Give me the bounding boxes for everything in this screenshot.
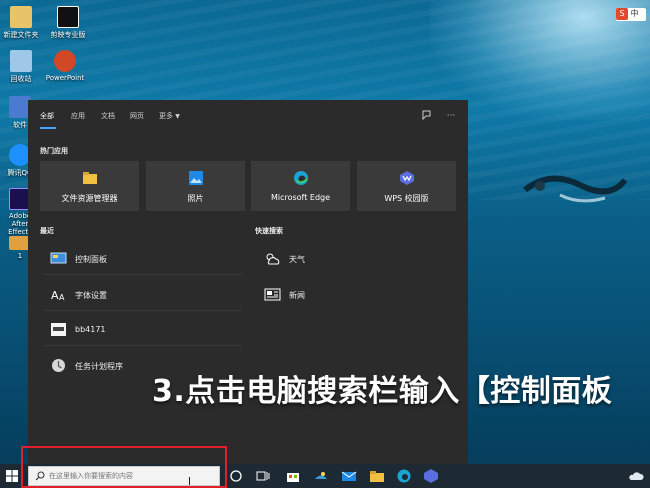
tab-web[interactable]: 网页 (130, 111, 144, 121)
recent-item-bb4171[interactable]: bb4171 (28, 315, 248, 345)
news-icon (264, 288, 281, 301)
svg-text:A: A (51, 289, 59, 302)
sogou-icon: S (616, 8, 628, 20)
app-tile-wps[interactable]: WPS 校园版 (357, 161, 456, 211)
wps-icon (400, 171, 414, 185)
desktop-icon-recycle-bin[interactable]: 回收站 (2, 50, 40, 84)
edge-icon[interactable] (396, 468, 412, 484)
control-panel-icon (50, 252, 67, 264)
app-tile-file-explorer[interactable]: 文件资源管理器 (40, 161, 139, 211)
desktop-icon-powerpoint[interactable]: PowerPoint (40, 50, 90, 82)
file-icon (51, 323, 66, 336)
cloud-icon[interactable] (628, 468, 644, 484)
recent-item-font-settings[interactable]: A A 字体设置 (28, 280, 248, 310)
search-tabs: 全部 应用 文档 网页 更多 ▼ ··· (28, 100, 468, 132)
folder-icon (83, 172, 97, 184)
tab-documents[interactable]: 文档 (101, 111, 115, 121)
powerpoint-icon (54, 50, 76, 72)
highlight-annotation (21, 446, 227, 488)
tab-more[interactable]: 更多 ▼ (159, 111, 180, 121)
weather-widget-icon[interactable] (313, 468, 329, 484)
active-tab-indicator (40, 127, 56, 129)
task-scheduler-icon (52, 359, 65, 372)
tab-apps[interactable]: 应用 (71, 111, 85, 121)
divider (44, 310, 242, 311)
desktop-icon-new-folder[interactable]: 新建文件夹 (2, 6, 40, 40)
photos-icon (189, 171, 203, 185)
svg-text:A: A (59, 293, 65, 302)
divider (44, 345, 242, 346)
quick-search-title: 快速搜索 (255, 227, 283, 235)
file-explorer-icon[interactable] (369, 468, 385, 484)
recycle-bin-icon (10, 50, 32, 72)
tutorial-caption: 3.点击电脑搜索栏输入【控制面板 (152, 374, 613, 409)
task-view-icon[interactable] (255, 468, 271, 484)
mail-icon[interactable] (341, 468, 357, 484)
edge-icon (294, 171, 308, 185)
ime-indicator[interactable]: S 中 (616, 8, 646, 21)
wps-icon[interactable] (423, 468, 439, 484)
desktop: 新建文件夹 剪映专业版 回收站 PowerPoint 软件 腾讯QQ Adobe… (0, 0, 650, 464)
app-tile-edge[interactable]: Microsoft Edge (251, 161, 350, 211)
top-apps-title: 热门应用 (40, 147, 68, 155)
store-icon[interactable] (285, 468, 301, 484)
chevron-down-icon: ▼ (175, 113, 180, 120)
diver-image (523, 175, 628, 203)
divider (44, 274, 242, 275)
weather-icon (266, 253, 280, 265)
font-icon: A A (51, 289, 65, 302)
feedback-icon[interactable] (420, 109, 434, 123)
more-options-icon[interactable]: ··· (444, 109, 458, 123)
windows-start-icon[interactable] (6, 470, 18, 482)
folder-icon (10, 6, 32, 28)
quick-item-weather[interactable]: 天气 (242, 244, 462, 274)
desktop-icon-jianying[interactable]: 剪映专业版 (42, 6, 94, 40)
recent-title: 最近 (40, 227, 54, 235)
app-tile-photos[interactable]: 照片 (146, 161, 245, 211)
recent-item-control-panel[interactable]: 控制面板 (28, 244, 248, 274)
jianying-icon (57, 6, 79, 28)
tab-all[interactable]: 全部 (40, 111, 54, 121)
cortana-icon[interactable] (228, 468, 244, 484)
quick-item-news[interactable]: 新闻 (242, 280, 462, 310)
